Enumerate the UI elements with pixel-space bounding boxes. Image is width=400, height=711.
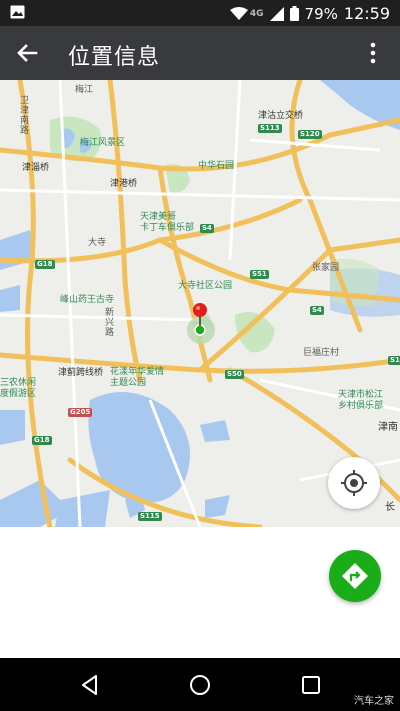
- battery-icon: [289, 6, 299, 21]
- map-label-jinxi-bridge: 津蓟跨线桥: [58, 368, 104, 378]
- road-shield-g205: G205: [68, 408, 93, 417]
- map-label-zhangjiayuan: 张家园: [312, 263, 340, 273]
- navigate-button[interactable]: [329, 550, 381, 602]
- road-shield-s115: S115: [138, 512, 162, 521]
- map-label-dasi-park: 大寺社区公园: [178, 281, 233, 291]
- map-label-songjiang-club: 天津市松江 乡村俱乐部: [338, 390, 384, 411]
- status-icons: 4G 79% 12:59: [229, 4, 390, 23]
- nav-back-icon[interactable]: [76, 671, 104, 699]
- map-label-meihao-club: 天津美哥 卡丁车俱乐部: [140, 212, 195, 233]
- map-label-chang: 长: [385, 502, 395, 513]
- more-options-icon[interactable]: [360, 40, 386, 66]
- my-location-button[interactable]: [328, 457, 380, 509]
- road-shield-g18-b: G18: [32, 436, 52, 445]
- road-shield-s113-b: S113: [388, 356, 400, 365]
- battery-percent: 79%: [304, 4, 338, 23]
- map-label-meijiang: 梅江: [75, 85, 94, 95]
- map-label-zhonghua-park: 中华石园: [198, 161, 235, 171]
- wifi-icon: [229, 6, 248, 20]
- page-title: 位置信息: [68, 45, 161, 70]
- map-label-jingu-bridge: 津沽立交桥: [258, 111, 304, 121]
- crosshair-icon: [341, 470, 367, 496]
- system-nav-bar: 汽车之家: [0, 658, 400, 711]
- nav-recents-icon[interactable]: [297, 671, 325, 699]
- map-label-dasi: 大寺: [88, 238, 107, 248]
- road-shield-s4-a: S4: [200, 224, 214, 233]
- clock: 12:59: [343, 4, 390, 23]
- map-label-jinzi-bridge: 津淄桥: [22, 163, 50, 173]
- nav-home-icon[interactable]: [186, 671, 214, 699]
- map-label-jingang-bridge: 津港桥: [110, 179, 138, 189]
- watermark: 汽车之家: [354, 696, 394, 707]
- map-label-xinxing-road: 新兴路: [105, 308, 115, 338]
- map-label-weinannan: 卫津南路: [20, 96, 30, 136]
- road-shield-s120: S120: [298, 130, 322, 139]
- road-shield-g18-a: G18: [35, 260, 55, 269]
- signal-icon: [269, 6, 284, 21]
- map-label-fengshan-temple: 峰山药王古寺: [60, 295, 115, 305]
- app-toolbar: 位置信息: [0, 26, 400, 80]
- back-arrow-icon[interactable]: [14, 40, 40, 66]
- network-type: 4G: [249, 8, 264, 19]
- map-label-jinnan: 津南: [378, 422, 398, 433]
- road-shield-s51: S51: [250, 270, 269, 279]
- status-bar: 4G 79% 12:59: [0, 0, 400, 26]
- gallery-notification-icon: [10, 5, 25, 19]
- map-label-jufuzhuang: 巨福庄村: [303, 348, 340, 358]
- road-shield-s113: S113: [258, 124, 282, 133]
- road-shield-s50: S50: [225, 370, 244, 379]
- map-label-huayang-park: 花漾年华爱情 主题公园: [110, 367, 165, 388]
- map-view[interactable]: 卫津南路 梅江 梅江风景区 津沽立交桥 津淄桥 津港桥 中华石园 天津美哥 卡丁…: [0, 80, 400, 527]
- navigation-icon: [342, 563, 368, 589]
- road-shield-s4-b: S4: [310, 306, 324, 315]
- map-label-sannong: 三农休闲 度假游区: [0, 378, 37, 399]
- map-label-meijiang-park: 梅江风景区: [80, 138, 126, 148]
